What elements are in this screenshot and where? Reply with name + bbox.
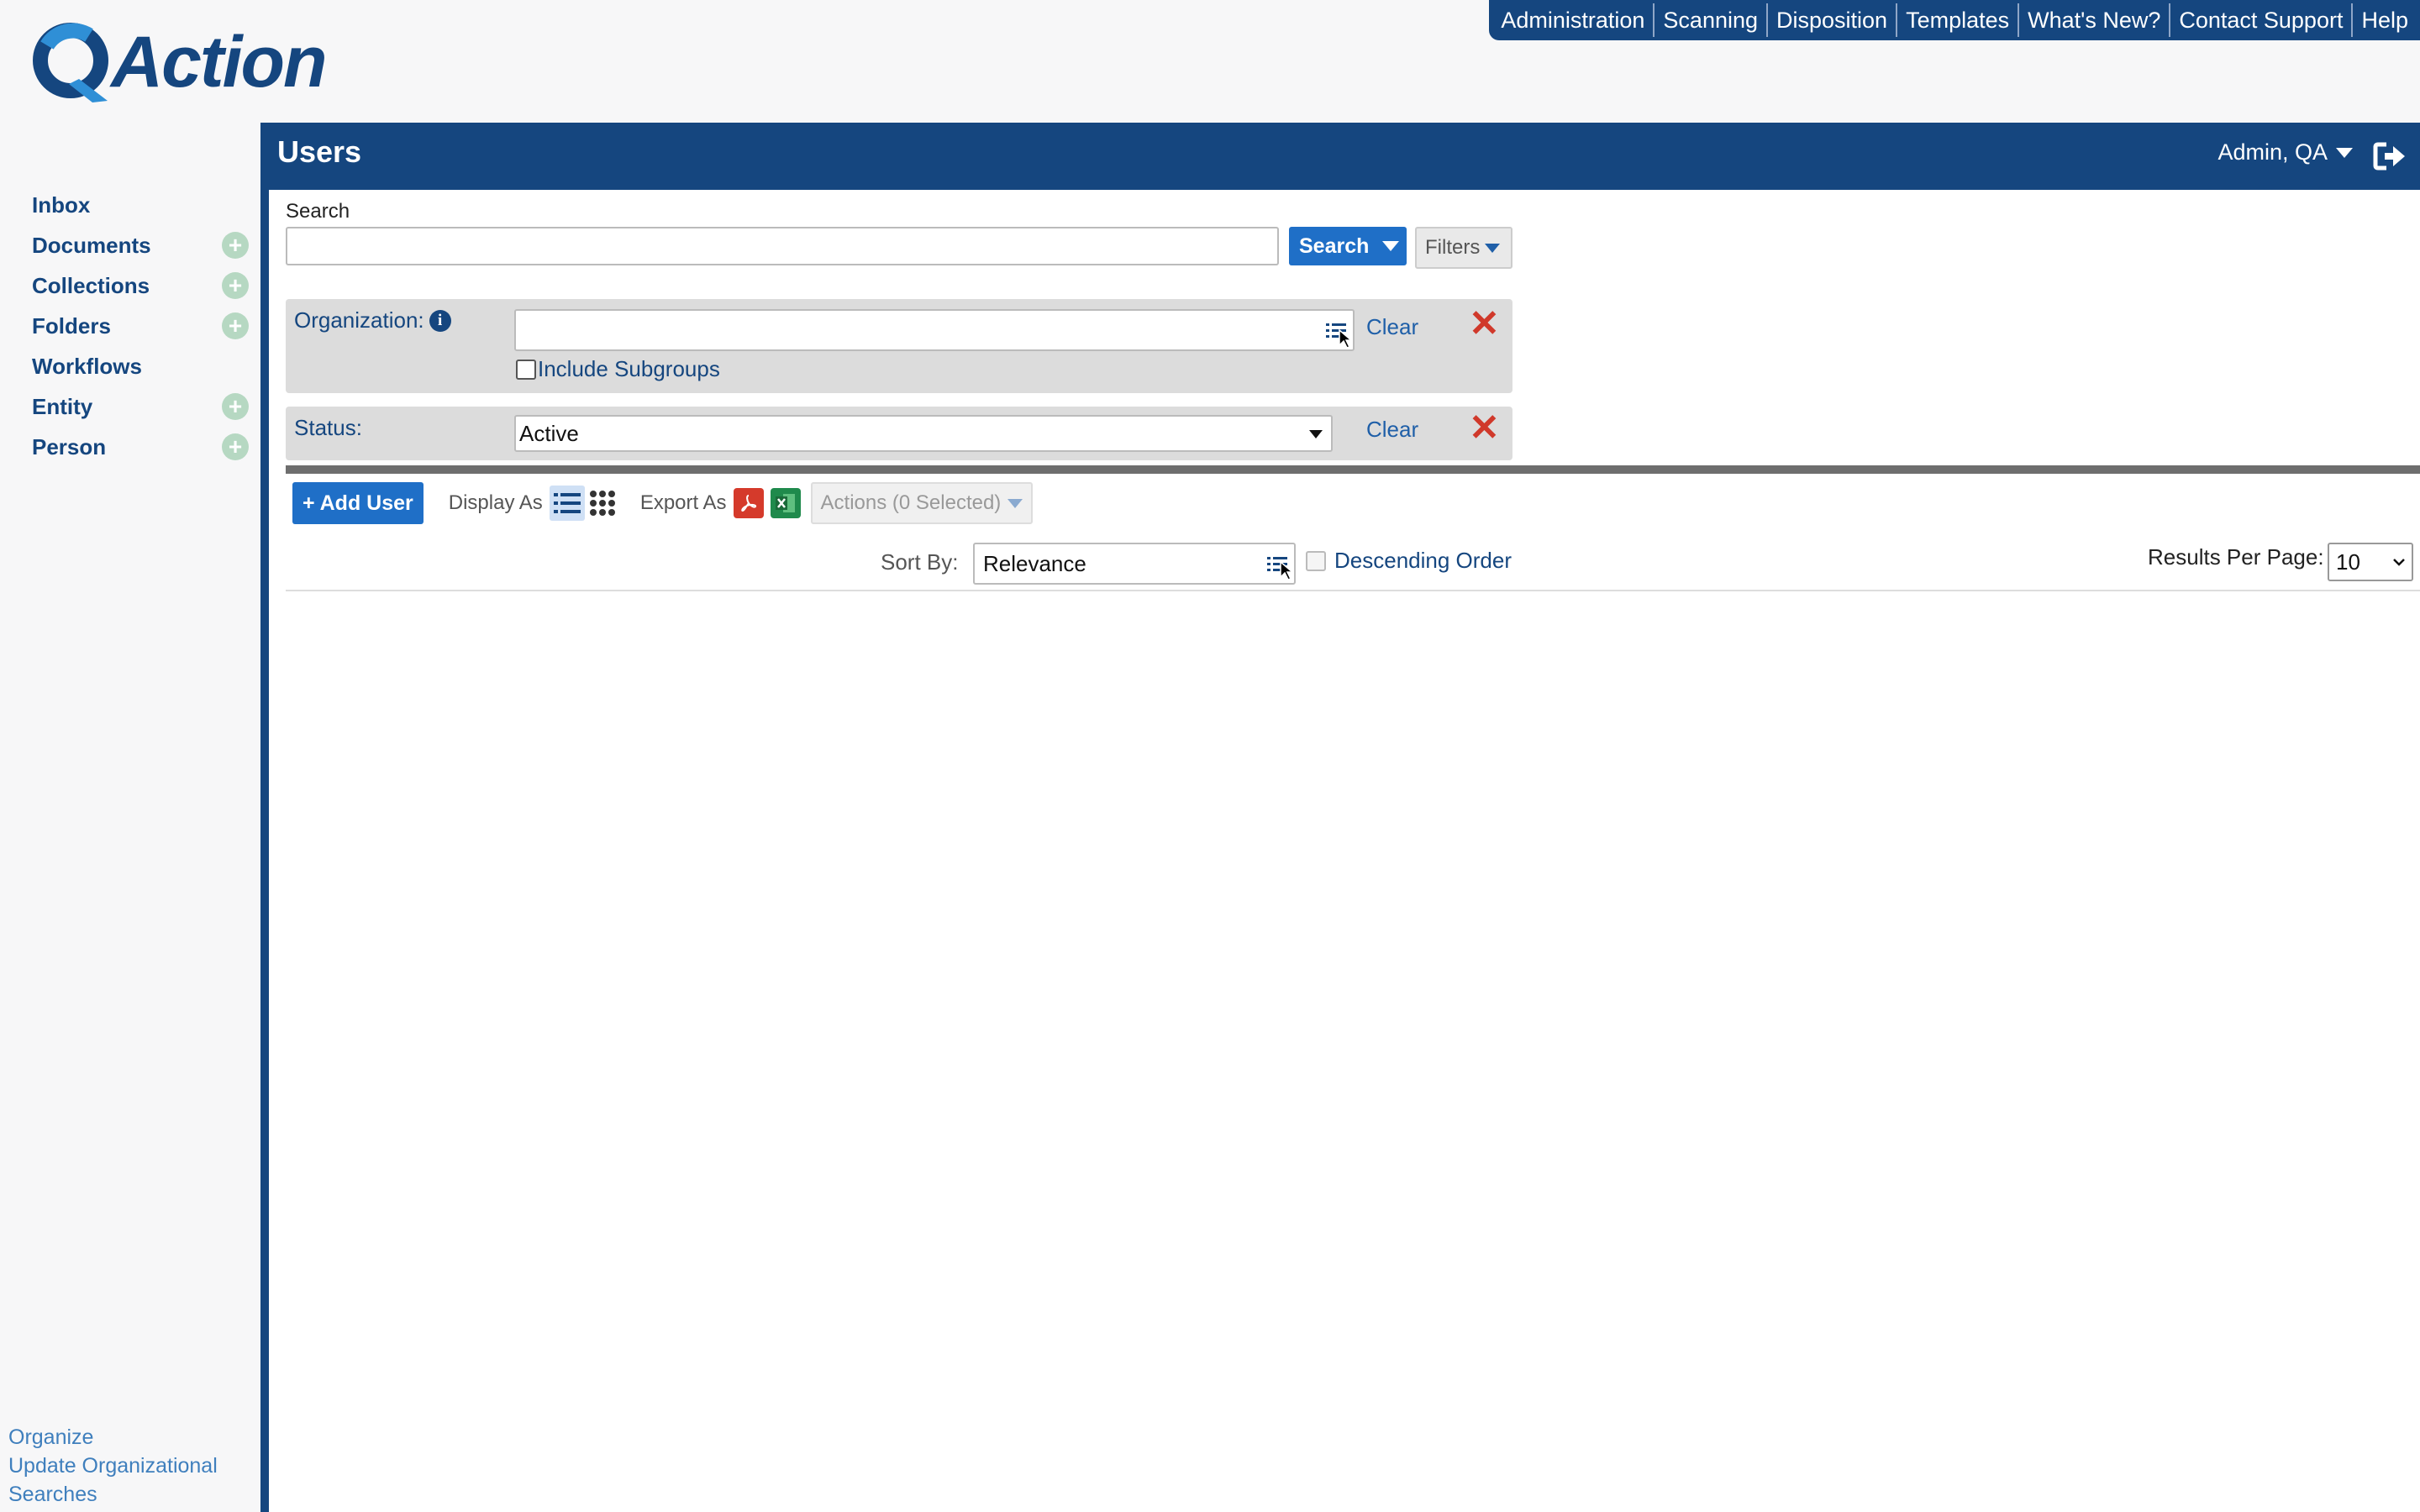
- organization-label: Organization: i: [294, 307, 451, 333]
- sidebar-item-entity[interactable]: Entity +: [0, 386, 260, 427]
- excel-export-icon[interactable]: [770, 488, 801, 518]
- nav-disposition[interactable]: Disposition: [1768, 3, 1898, 37]
- add-person-icon[interactable]: +: [222, 433, 249, 460]
- chevron-down-icon: [1485, 243, 1501, 253]
- nav-scanning[interactable]: Scanning: [1655, 3, 1769, 37]
- sidebar-item-folders[interactable]: Folders +: [0, 306, 260, 346]
- list-view-icon[interactable]: [549, 486, 585, 521]
- pdf-export-icon[interactable]: [733, 488, 764, 518]
- filters-button[interactable]: Filters: [1415, 227, 1512, 269]
- descending-order-label: Descending Order: [1334, 548, 1512, 573]
- app-logo[interactable]: Action: [30, 20, 328, 104]
- user-menu[interactable]: Admin, QA: [2217, 139, 2353, 165]
- chevron-down-icon: [1007, 498, 1023, 508]
- logo-text: Action: [111, 21, 328, 102]
- results-per-page-select[interactable]: 10: [2328, 543, 2413, 581]
- status-selected-value: Active: [519, 420, 579, 446]
- search-button[interactable]: Search: [1289, 227, 1407, 265]
- nav-administration[interactable]: Administration: [1492, 3, 1655, 37]
- nav-help[interactable]: Help: [2353, 3, 2417, 37]
- top-nav: Administration Scanning Disposition Temp…: [1489, 0, 2420, 40]
- sidebar-item-label: Collections: [32, 272, 150, 298]
- status-clear-link[interactable]: Clear: [1366, 417, 1418, 443]
- status-filter: Status: Active Clear ✕: [286, 407, 1512, 460]
- logo-q-icon: [33, 23, 108, 102]
- actions-dropdown[interactable]: Actions (0 Selected): [810, 482, 1034, 524]
- chevron-down-icon: [2336, 147, 2353, 158]
- organization-field[interactable]: [514, 309, 1355, 351]
- chevron-down-icon: [1382, 241, 1400, 251]
- sidebar-item-collections[interactable]: Collections +: [0, 265, 260, 306]
- sidebar: Inbox Documents + Collections + Folders …: [0, 185, 260, 467]
- include-subgroups-checkbox[interactable]: [516, 359, 536, 380]
- sidebar-item-label: Inbox: [32, 192, 91, 218]
- search-input[interactable]: [286, 227, 1279, 265]
- remove-status-filter-icon[interactable]: ✕: [1469, 410, 1500, 447]
- info-icon[interactable]: i: [429, 309, 451, 332]
- status-label: Status:: [294, 415, 362, 441]
- search-label: Search: [286, 200, 350, 223]
- actions-label: Actions (0 Selected): [820, 491, 1002, 514]
- add-folder-icon[interactable]: +: [222, 312, 249, 339]
- sidebar-item-label: Folders: [32, 312, 111, 339]
- results-divider: [286, 590, 2420, 591]
- logout-icon[interactable]: [2373, 141, 2407, 171]
- display-as-label: Display As: [448, 491, 543, 514]
- descending-order-checkbox[interactable]: [1306, 550, 1326, 571]
- export-as-label: Export As: [639, 491, 727, 514]
- mouse-cursor-icon: [1339, 329, 1353, 349]
- section-divider: [286, 465, 2420, 474]
- sidebar-item-label: Documents: [32, 232, 151, 258]
- sidebar-item-label: Entity: [32, 393, 93, 419]
- update-org-searches-link[interactable]: Update Organizational Searches: [8, 1452, 260, 1509]
- add-collection-icon[interactable]: +: [222, 272, 249, 299]
- grid-view-icon[interactable]: [585, 486, 620, 521]
- results-per-page-label: Results Per Page:: [2148, 544, 2324, 570]
- add-entity-icon[interactable]: +: [222, 393, 249, 420]
- sort-by-value: Relevance: [983, 550, 1086, 576]
- main-header: Users Admin, QA: [260, 123, 2420, 190]
- mouse-cursor-icon: [1280, 561, 1294, 580]
- page-title: Users: [277, 134, 362, 169]
- sort-by-label: Sort By:: [881, 549, 959, 575]
- status-select[interactable]: Active: [514, 415, 1333, 452]
- results-per-page-value: 10: [2336, 549, 2360, 575]
- sidebar-bottom-links: Organize Update Organizational Searches: [8, 1423, 260, 1509]
- nav-contact-support[interactable]: Contact Support: [2170, 3, 2354, 37]
- add-user-button[interactable]: + Add User: [292, 482, 424, 524]
- sort-by-field[interactable]: Relevance: [973, 543, 1296, 585]
- sidebar-item-workflows[interactable]: Workflows: [0, 346, 260, 386]
- chevron-down-icon: [1309, 430, 1323, 438]
- results-toolbar: + Add User Display As Export As Actions …: [292, 482, 1034, 524]
- filters-button-label: Filters: [1425, 236, 1481, 259]
- sidebar-item-inbox[interactable]: Inbox: [0, 185, 260, 225]
- organize-link[interactable]: Organize: [8, 1423, 260, 1452]
- descending-order[interactable]: Descending Order: [1306, 548, 1512, 574]
- sidebar-item-label: Workflows: [32, 353, 142, 379]
- include-subgroups[interactable]: Include Subgroups: [516, 356, 720, 382]
- chevron-down-icon: [2393, 559, 2405, 566]
- search-button-label: Search: [1299, 234, 1370, 258]
- nav-whats-new[interactable]: What's New?: [2019, 3, 2171, 37]
- status-label-text: Status:: [294, 415, 362, 440]
- add-document-icon[interactable]: +: [222, 232, 249, 259]
- organization-filter: Organization: i Clear ✕ Include Subgroup…: [286, 299, 1512, 393]
- sidebar-item-documents[interactable]: Documents +: [0, 225, 260, 265]
- nav-templates[interactable]: Templates: [1897, 3, 2020, 37]
- organization-label-text: Organization:: [294, 307, 424, 333]
- user-name: Admin, QA: [2217, 139, 2328, 165]
- main-panel: Users Admin, QA Search Search Filters Or…: [260, 123, 2420, 1512]
- include-subgroups-label: Include Subgroups: [538, 356, 720, 381]
- remove-organization-filter-icon[interactable]: ✕: [1469, 306, 1500, 343]
- organization-clear-link[interactable]: Clear: [1366, 314, 1418, 340]
- sidebar-item-person[interactable]: Person +: [0, 427, 260, 467]
- sidebar-item-label: Person: [32, 433, 107, 459]
